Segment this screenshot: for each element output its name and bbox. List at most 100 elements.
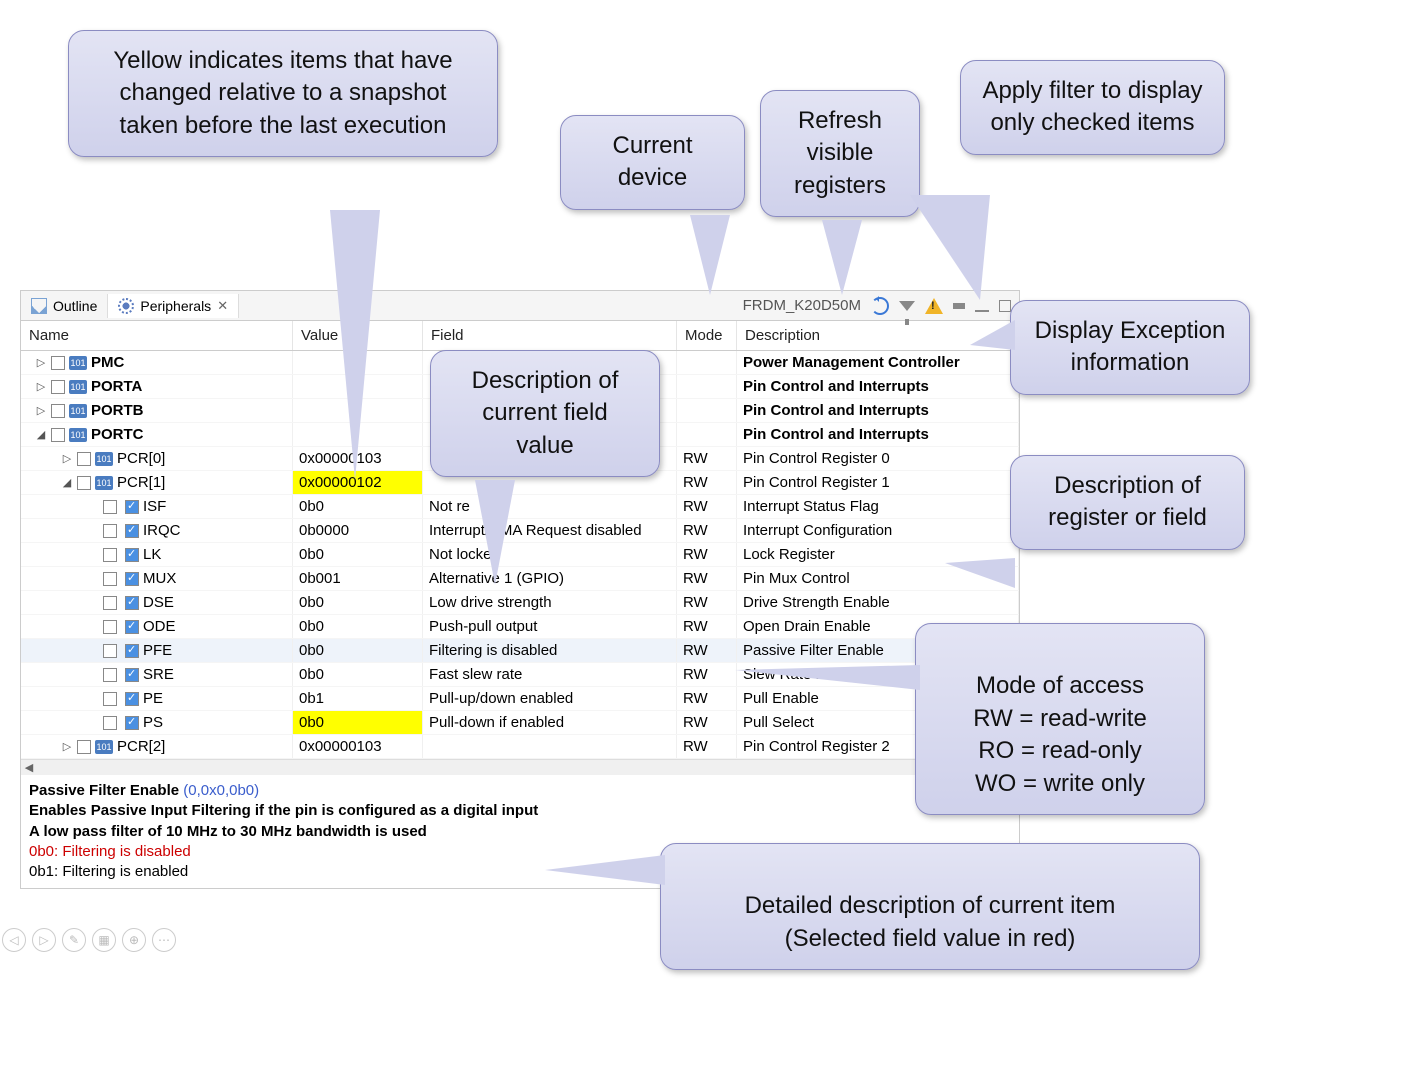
cell-desc: Pin Control and Interrupts: [737, 399, 1019, 422]
checkbox[interactable]: [125, 668, 139, 682]
cell-name: LK: [21, 543, 293, 566]
close-icon[interactable]: ✕: [217, 298, 228, 314]
register-icon: 101: [69, 356, 87, 370]
cell-name: ◢101PCR[1]: [21, 471, 293, 494]
scroll-left-icon[interactable]: ◀: [21, 761, 37, 774]
checkbox[interactable]: [125, 620, 139, 634]
detail-coords: (0,0x0,0b0): [183, 782, 259, 799]
checkbox[interactable]: [125, 596, 139, 610]
checkbox[interactable]: [103, 692, 117, 706]
row-name: MUX: [143, 570, 176, 587]
expander-icon[interactable]: ▷: [61, 452, 73, 465]
table-row[interactable]: IRQC0b0000Interrupt/DMA Request disabled…: [21, 519, 1019, 543]
cell-name: ODE: [21, 615, 293, 638]
detail-line1: Enables Passive Input Filtering if the p…: [29, 801, 1011, 821]
cell-field: Not locked: [423, 543, 677, 566]
next-slide-icon[interactable]: ▷: [32, 928, 56, 952]
view-menu-icon[interactable]: [953, 303, 965, 309]
more-icon[interactable]: ⋯: [152, 928, 176, 952]
pen-icon[interactable]: ✎: [62, 928, 86, 952]
checkbox[interactable]: [125, 716, 139, 730]
cell-value: 0b0: [293, 495, 423, 518]
cell-mode: RW: [677, 495, 737, 518]
checkbox[interactable]: [103, 500, 117, 514]
checkbox[interactable]: [103, 548, 117, 562]
header-name[interactable]: Name: [21, 321, 293, 350]
checkbox[interactable]: [103, 620, 117, 634]
table-row[interactable]: MUX0b001Alternative 1 (GPIO)RWPin Mux Co…: [21, 567, 1019, 591]
table-row[interactable]: PE0b1Pull-up/down enabledRWPull Enable: [21, 687, 1019, 711]
cell-mode: [677, 351, 737, 374]
callout-exception: Display Exception information: [1010, 300, 1250, 395]
expander-icon[interactable]: ▷: [61, 740, 73, 753]
table-row[interactable]: ODE0b0Push-pull outputRWOpen Drain Enabl…: [21, 615, 1019, 639]
checkbox[interactable]: [103, 524, 117, 538]
checkbox[interactable]: [125, 524, 139, 538]
cell-desc: Interrupt Configuration: [737, 519, 1019, 542]
cell-name: DSE: [21, 591, 293, 614]
checkbox[interactable]: [103, 668, 117, 682]
checkbox[interactable]: [77, 740, 91, 754]
cell-mode: RW: [677, 471, 737, 494]
checkbox[interactable]: [103, 716, 117, 730]
cell-desc: Interrupt Status Flag: [737, 495, 1019, 518]
header-mode[interactable]: Mode: [677, 321, 737, 350]
table-row[interactable]: PFE0b0Filtering is disabledRWPassive Fil…: [21, 639, 1019, 663]
expander-icon[interactable]: ▷: [35, 356, 47, 369]
checkbox[interactable]: [77, 476, 91, 490]
checkbox[interactable]: [125, 500, 139, 514]
minimize-icon[interactable]: [975, 310, 989, 312]
column-headers: Name Value Field Mode Description: [21, 321, 1019, 351]
checkbox[interactable]: [51, 356, 65, 370]
outline-icon: [31, 298, 47, 314]
maximize-icon[interactable]: [999, 300, 1011, 312]
checkbox[interactable]: [125, 644, 139, 658]
cell-value: 0b0: [293, 543, 423, 566]
cell-mode: RW: [677, 663, 737, 686]
table-row[interactable]: PS0b0Pull-down if enabledRWPull Select: [21, 711, 1019, 735]
cell-desc: Drive Strength Enable: [737, 591, 1019, 614]
row-name: PCR[0]: [117, 450, 165, 467]
callout-tail: [945, 558, 1015, 588]
table-row[interactable]: DSE0b0Low drive strengthRWDrive Strength…: [21, 591, 1019, 615]
callout-mode: Mode of access RW = read-write RO = read…: [915, 623, 1205, 815]
checkbox[interactable]: [51, 404, 65, 418]
zoom-icon[interactable]: ⊕: [122, 928, 146, 952]
cell-mode: RW: [677, 543, 737, 566]
expander-icon[interactable]: ▷: [35, 380, 47, 393]
checkbox[interactable]: [125, 692, 139, 706]
checkbox[interactable]: [77, 452, 91, 466]
slides-icon[interactable]: ▦: [92, 928, 116, 952]
cell-desc: Pin Control Register 0: [737, 447, 1019, 470]
cell-mode: RW: [677, 735, 737, 758]
checkbox[interactable]: [51, 380, 65, 394]
row-name: PORTB: [91, 402, 144, 419]
cell-value: 0x00000103: [293, 735, 423, 758]
checkbox[interactable]: [103, 644, 117, 658]
row-name: PCR[1]: [117, 474, 165, 491]
checkbox[interactable]: [51, 428, 65, 442]
filter-icon[interactable]: [899, 301, 915, 311]
checkbox[interactable]: [125, 548, 139, 562]
expander-icon[interactable]: ◢: [61, 476, 73, 489]
checkbox[interactable]: [103, 596, 117, 610]
cell-field: Low drive strength: [423, 591, 677, 614]
row-name: PCR[2]: [117, 738, 165, 755]
cell-name: ▷101PORTA: [21, 375, 293, 398]
checkbox[interactable]: [103, 572, 117, 586]
table-row[interactable]: LK0b0Not lockedRWLock Register: [21, 543, 1019, 567]
cell-mode: RW: [677, 615, 737, 638]
refresh-icon[interactable]: [871, 297, 889, 315]
checkbox[interactable]: [125, 572, 139, 586]
cell-value: 0b0: [293, 711, 423, 734]
expander-icon[interactable]: ◢: [35, 428, 47, 441]
cell-mode: RW: [677, 519, 737, 542]
table-row[interactable]: ISF0b0Not reRWInterrupt Status Flag: [21, 495, 1019, 519]
prev-slide-icon[interactable]: ◁: [2, 928, 26, 952]
expander-icon[interactable]: ▷: [35, 404, 47, 417]
header-field[interactable]: Field: [423, 321, 677, 350]
table-row[interactable]: ▷101PCR[2]0x00000103RWPin Control Regist…: [21, 735, 1019, 759]
tab-outline[interactable]: Outline: [21, 294, 108, 318]
horizontal-scrollbar[interactable]: ◀: [21, 759, 1019, 775]
tab-peripherals[interactable]: Peripherals ✕: [108, 294, 239, 318]
